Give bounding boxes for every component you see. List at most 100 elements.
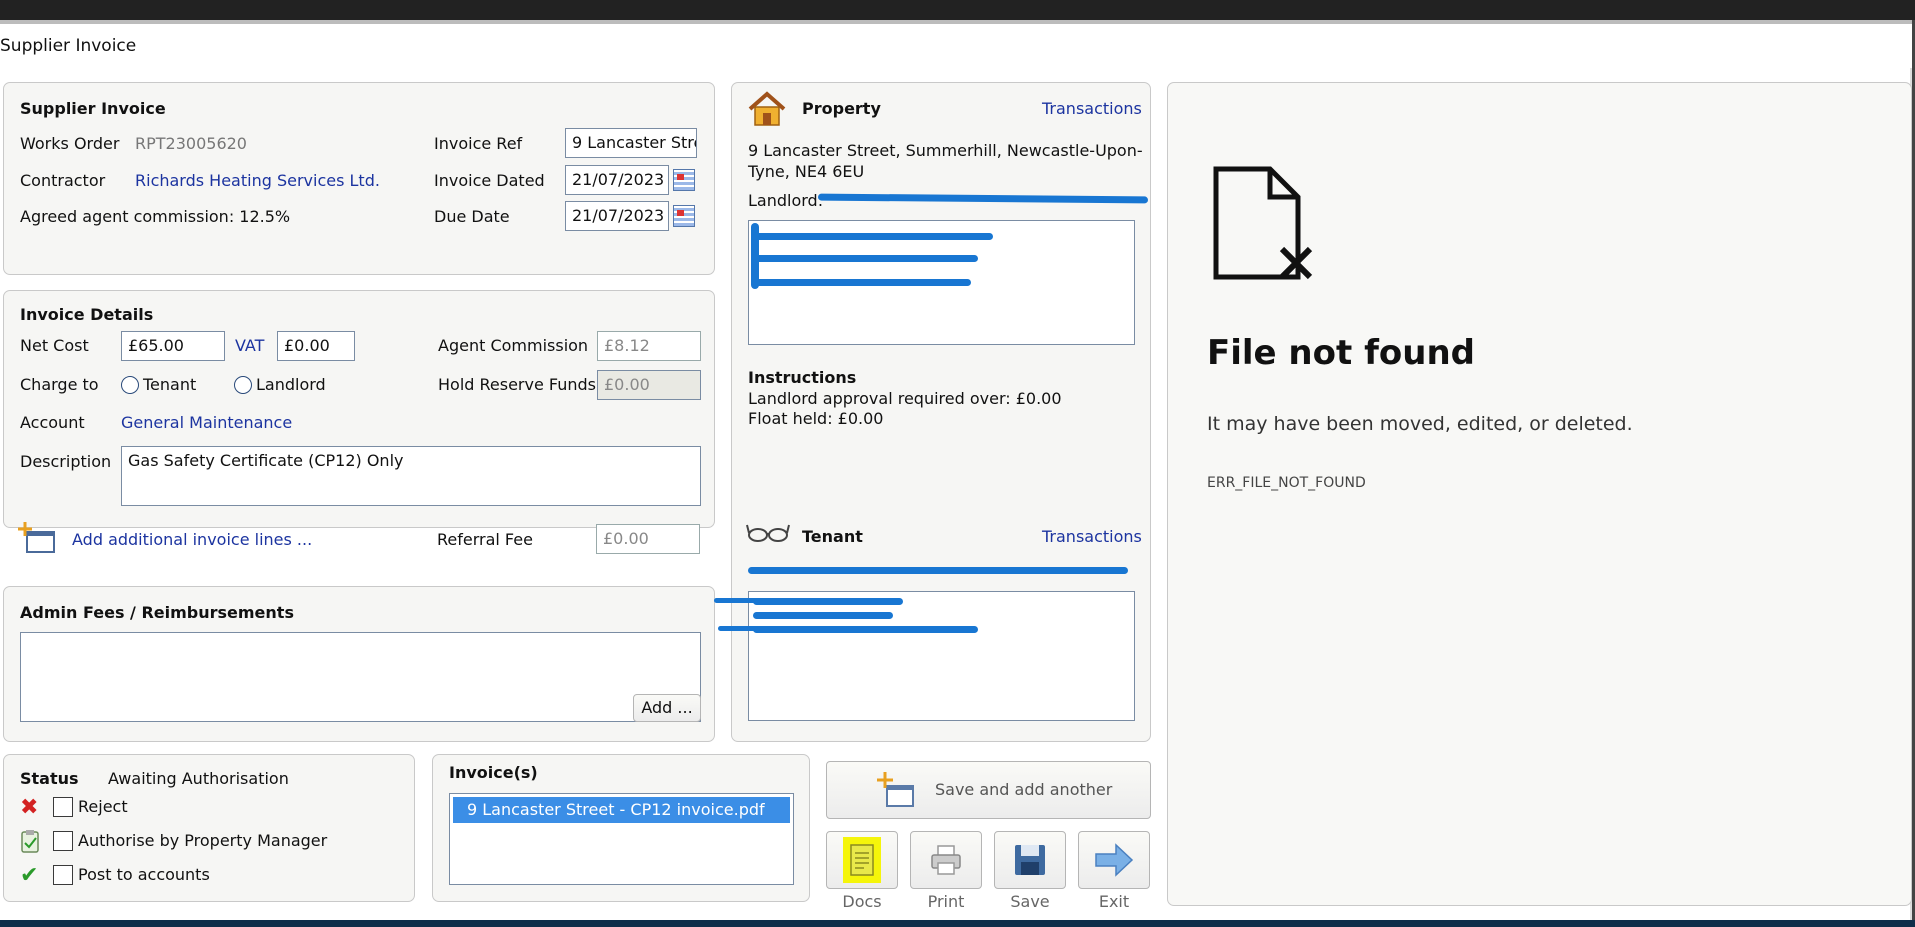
commission-text: Agreed agent commission: 12.5% [20, 207, 291, 226]
add-invoice-lines-link[interactable]: Add additional invoice lines ... [72, 530, 312, 549]
agent-commission-label: Agent Commission [438, 336, 589, 355]
vat-link[interactable]: VAT [235, 336, 264, 355]
landlord-redaction [817, 193, 1149, 204]
document-preview-panel: File not found It may have been moved, e… [1167, 82, 1912, 906]
invoice-ref-input[interactable]: 9 Lancaster Stre [565, 128, 697, 158]
authorise-checkbox[interactable] [53, 831, 73, 851]
error-code: ERR_FILE_NOT_FOUND [1207, 475, 1366, 491]
file-missing-icon [1212, 165, 1316, 281]
redaction-mark [753, 279, 971, 286]
due-date-label: Due Date [434, 207, 510, 226]
vat-input[interactable]: £0.00 [277, 331, 355, 361]
property-address-line1: 9 Lancaster Street, Summerhill, Newcastl… [748, 141, 1143, 160]
net-cost-input[interactable]: £65.00 [121, 331, 225, 361]
property-tenant-panel: Property Transactions 9 Lancaster Street… [731, 82, 1151, 742]
invoices-panel: Invoice(s) 9 Lancaster Street - CP12 inv… [432, 754, 810, 902]
exit-button[interactable] [1078, 831, 1150, 889]
post-to-accounts-label: Post to accounts [78, 865, 210, 884]
description-textarea[interactable]: Gas Safety Certificate (CP12) Only [121, 446, 701, 506]
save-and-add-another-label: Save and add another [935, 780, 1113, 799]
calendar-icon[interactable] [673, 205, 695, 227]
charge-to-label: Charge to [20, 375, 99, 394]
file-not-found-title: File not found [1207, 333, 1475, 373]
works-order-value: RPT23005620 [135, 134, 247, 153]
redaction-mark [753, 255, 978, 262]
save-button[interactable] [994, 831, 1066, 889]
tenant-transactions-link[interactable]: Transactions [1042, 527, 1142, 546]
landlord-label: Landlord: [748, 191, 824, 210]
instructions-heading: Instructions [748, 368, 857, 387]
invoice-file-item[interactable]: 9 Lancaster Street - CP12 invoice.pdf [453, 797, 790, 823]
glasses-icon [746, 521, 790, 545]
printer-icon [931, 845, 961, 875]
save-and-add-another-button[interactable]: Save and add another [826, 761, 1151, 819]
admin-fees-panel: Admin Fees / Reimbursements Add ... [3, 586, 715, 742]
window-title: Supplier Invoice [0, 36, 137, 56]
invoice-dated-label: Invoice Dated [434, 171, 545, 190]
description-label: Description [20, 452, 112, 471]
contractor-link[interactable]: Richards Heating Services Ltd. [135, 171, 380, 190]
document-icon [843, 837, 881, 883]
exit-label: Exit [1098, 892, 1130, 911]
account-label: Account [20, 413, 85, 432]
reject-checkbox[interactable] [53, 797, 73, 817]
agent-commission-input[interactable]: £8.12 [597, 331, 701, 361]
house-icon [748, 91, 786, 127]
invoice-details-panel: Invoice Details Net Cost £65.00 VAT £0.0… [3, 290, 715, 528]
redaction-mark [718, 626, 758, 631]
reject-cross-icon: ✖ [20, 795, 39, 820]
tenant-radio[interactable] [121, 376, 139, 394]
referral-fee-input[interactable]: £0.00 [596, 524, 700, 554]
contractor-label: Contractor [20, 171, 106, 190]
tenant-contact-box [748, 591, 1135, 721]
invoice-details-heading: Invoice Details [20, 305, 154, 324]
add-plus-icon [873, 770, 917, 808]
clipboard-check-icon [20, 829, 40, 853]
landlord-radio[interactable] [234, 376, 252, 394]
status-panel: Status Awaiting Authorisation ✖ Reject A… [3, 754, 415, 902]
landlord-option-label: Landlord [256, 375, 326, 394]
landlord-contact-box [748, 220, 1135, 345]
invoice-dated-input[interactable]: 21/07/2023 [565, 165, 669, 195]
description-text: Gas Safety Certificate (CP12) Only [128, 451, 404, 470]
print-label: Print [927, 892, 965, 911]
post-to-accounts-checkbox[interactable] [53, 865, 73, 885]
docs-label: Docs [842, 892, 882, 911]
supplier-invoice-panel: Supplier Invoice Works Order RPT23005620… [3, 82, 715, 275]
os-top-bar [0, 0, 1915, 22]
redaction-mark [714, 598, 784, 603]
approval-text: Landlord approval required over: £0.00 [748, 389, 1062, 408]
add-admin-fee-button[interactable]: Add ... [633, 694, 701, 722]
post-tick-icon: ✔ [20, 863, 39, 888]
invoices-list[interactable]: 9 Lancaster Street - CP12 invoice.pdf [449, 793, 794, 885]
calendar-icon[interactable] [673, 169, 695, 191]
arrow-right-icon [1095, 843, 1134, 877]
net-cost-label: Net Cost [20, 336, 89, 355]
redaction-mark [753, 612, 893, 619]
print-button[interactable] [910, 831, 982, 889]
property-address-line2: Tyne, NE4 6EU [748, 162, 865, 181]
docs-button[interactable] [826, 831, 898, 889]
account-link[interactable]: General Maintenance [121, 413, 292, 432]
hold-reserve-label: Hold Reserve Funds [438, 375, 597, 394]
tenant-option-label: Tenant [143, 375, 197, 394]
authorise-label: Authorise by Property Manager [78, 831, 328, 850]
window-client-area: Supplier Invoice Works Order RPT23005620… [0, 68, 1912, 920]
file-not-found-message: It may have been moved, edited, or delet… [1207, 413, 1633, 435]
redaction-mark [751, 223, 759, 289]
admin-fees-heading: Admin Fees / Reimbursements [20, 603, 294, 622]
title-bar: Supplier Invoice [0, 24, 1912, 68]
invoice-ref-label: Invoice Ref [434, 134, 523, 153]
hold-reserve-input[interactable]: £0.00 [597, 370, 701, 400]
admin-fees-list[interactable] [20, 632, 701, 722]
add-lines-icon[interactable] [17, 520, 61, 556]
invoices-heading: Invoice(s) [449, 763, 538, 782]
redaction-mark [753, 233, 993, 240]
due-date-input[interactable]: 21/07/2023 [565, 201, 669, 231]
property-heading: Property [802, 99, 881, 118]
property-transactions-link[interactable]: Transactions [1042, 99, 1142, 118]
referral-fee-label: Referral Fee [437, 530, 533, 549]
redaction-mark [753, 626, 978, 633]
floppy-disk-icon [1015, 845, 1045, 875]
supplier-invoice-heading: Supplier Invoice [20, 99, 166, 118]
